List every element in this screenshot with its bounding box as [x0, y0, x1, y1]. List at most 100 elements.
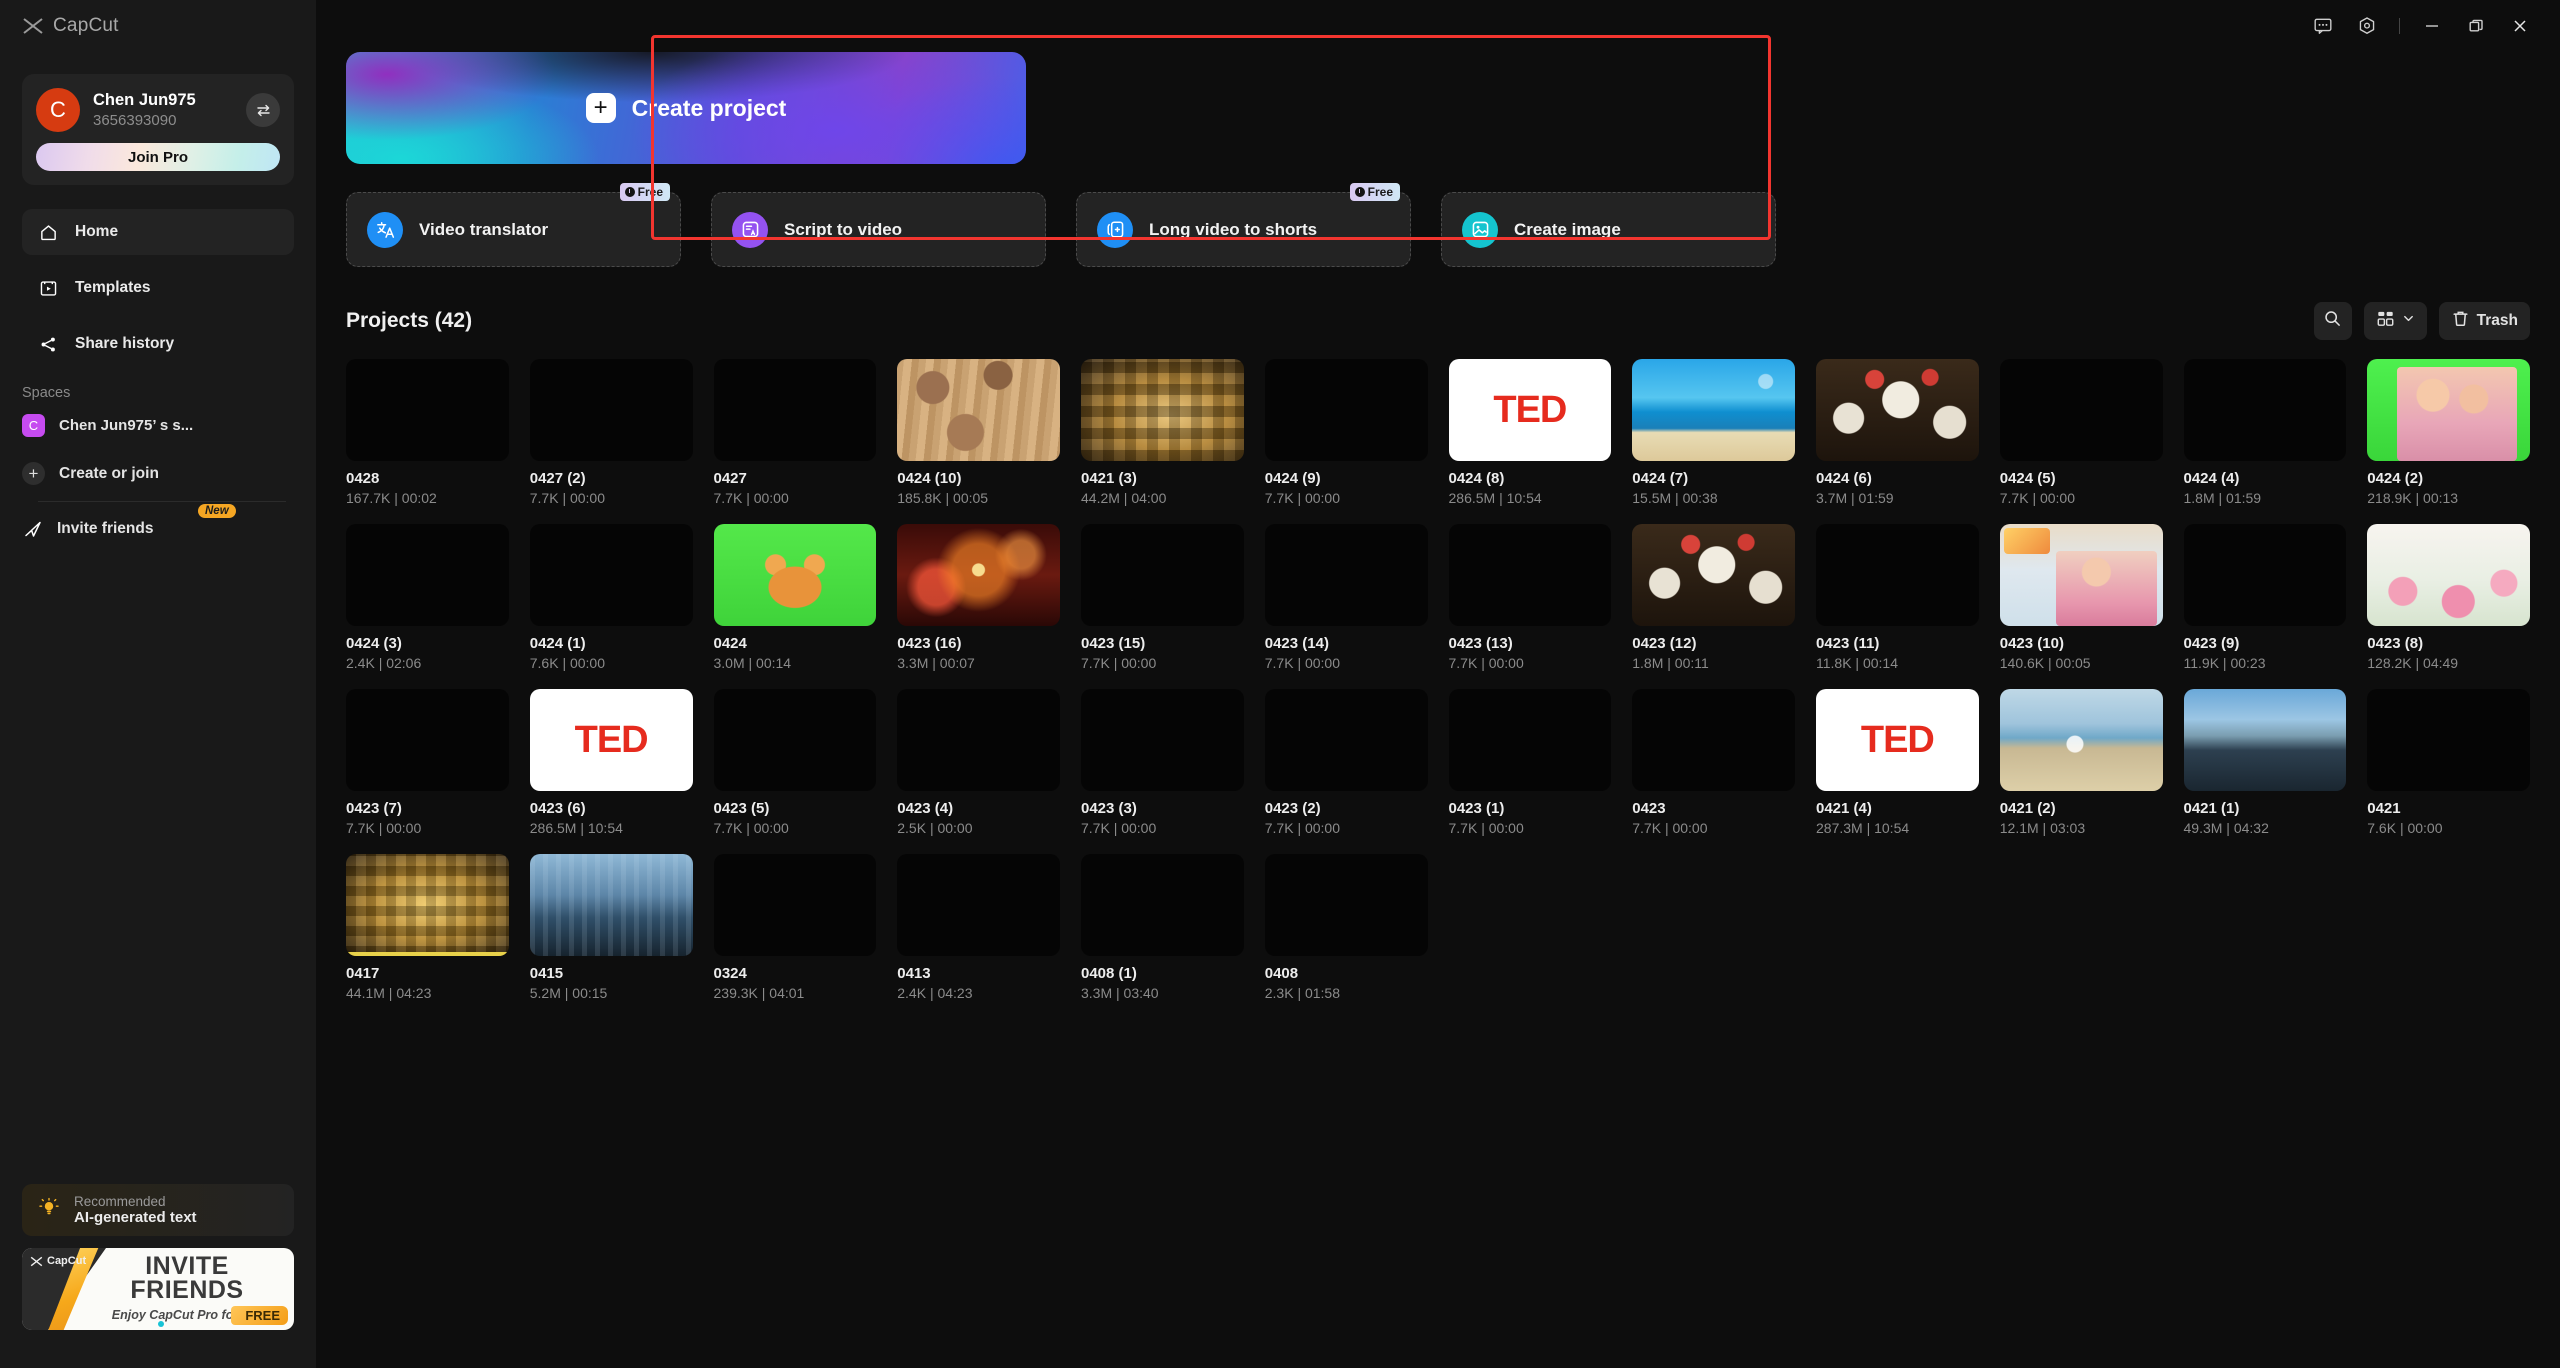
sidebar-item-templates[interactable]: Templates [22, 265, 294, 311]
promo-carousel-dot[interactable] [158, 1321, 164, 1327]
project-card[interactable]: 0423 (12) 1.8M | 00:11 [1632, 524, 1795, 671]
project-thumbnail[interactable] [1632, 689, 1795, 791]
switch-account-button[interactable] [246, 93, 280, 127]
recommended-banner[interactable]: Recommended AI-generated text [22, 1184, 294, 1236]
project-thumbnail[interactable] [346, 359, 509, 461]
project-card[interactable]: 0423 (10) 140.6K | 00:05 [1999, 524, 2163, 671]
project-card[interactable]: TED 0421 (4) 287.3M | 10:54 [1816, 689, 1979, 836]
close-icon[interactable] [2498, 8, 2542, 44]
project-thumbnail[interactable] [1999, 689, 2163, 791]
feature-card-video-translator[interactable]: Video translator Free [346, 183, 681, 267]
user-card[interactable]: C Chen Jun975 3656393090 Join Pro [22, 74, 294, 185]
project-thumbnail[interactable] [1264, 359, 1428, 461]
sidebar-item-share-history[interactable]: Share history [22, 321, 294, 367]
create-project-banner[interactable]: + Create project [346, 52, 1026, 164]
project-thumbnail[interactable] [1816, 524, 1979, 626]
project-thumbnail[interactable] [346, 689, 509, 791]
project-card[interactable]: 0423 (15) 7.7K | 00:00 [1081, 524, 1244, 671]
project-card[interactable]: 0423 (5) 7.7K | 00:00 [713, 689, 877, 836]
project-card[interactable]: 0427 (2) 7.7K | 00:00 [529, 359, 693, 506]
project-card[interactable]: 0421 7.6K | 00:00 [2367, 689, 2530, 836]
project-thumbnail[interactable] [2183, 689, 2347, 791]
project-thumbnail[interactable] [529, 524, 693, 626]
project-card[interactable]: 0413 2.4K | 04:23 [897, 854, 1060, 1001]
project-card[interactable]: 0427 7.7K | 00:00 [713, 359, 877, 506]
project-card[interactable]: 0423 (1) 7.7K | 00:00 [1448, 689, 1612, 836]
project-thumbnail[interactable] [1632, 359, 1795, 461]
project-card[interactable]: 0417 44.1M | 04:23 [346, 854, 509, 1001]
project-card[interactable]: 0421 (1) 49.3M | 04:32 [2183, 689, 2347, 836]
project-thumbnail[interactable] [1081, 524, 1244, 626]
project-card[interactable]: 0324 239.3K | 04:01 [713, 854, 877, 1001]
project-card[interactable]: 0424 (3) 2.4K | 02:06 [346, 524, 509, 671]
project-card[interactable]: 0421 (2) 12.1M | 03:03 [1999, 689, 2163, 836]
feature-card-long-video-to-shorts[interactable]: Long video to shorts Free [1076, 183, 1411, 267]
project-thumbnail[interactable] [1632, 524, 1795, 626]
project-card[interactable]: 0423 (13) 7.7K | 00:00 [1448, 524, 1612, 671]
project-thumbnail[interactable] [346, 524, 509, 626]
project-thumbnail[interactable] [897, 689, 1060, 791]
project-card[interactable]: 0424 (4) 1.8M | 01:59 [2183, 359, 2347, 506]
project-card[interactable]: 0424 (1) 7.6K | 00:00 [529, 524, 693, 671]
project-card[interactable]: 0415 5.2M | 00:15 [529, 854, 693, 1001]
project-card[interactable]: 0408 (1) 3.3M | 03:40 [1081, 854, 1244, 1001]
project-thumbnail[interactable] [713, 524, 877, 626]
project-thumbnail[interactable] [1081, 359, 1244, 461]
project-thumbnail[interactable] [713, 359, 877, 461]
join-pro-button[interactable]: Join Pro [36, 143, 280, 171]
project-card[interactable]: 0421 (3) 44.2M | 04:00 [1081, 359, 1244, 506]
project-thumbnail[interactable] [2183, 359, 2347, 461]
project-card[interactable]: 0423 (7) 7.7K | 00:00 [346, 689, 509, 836]
project-card[interactable]: 0424 (2) 218.9K | 00:13 [2367, 359, 2530, 506]
project-thumbnail[interactable] [2367, 689, 2530, 791]
view-mode-button[interactable] [2363, 302, 2427, 340]
project-thumbnail[interactable] [2367, 524, 2530, 626]
project-card[interactable]: 0424 (10) 185.8K | 00:05 [897, 359, 1060, 506]
project-thumbnail[interactable]: TED [1448, 359, 1612, 461]
project-thumbnail[interactable] [1081, 689, 1244, 791]
project-thumbnail[interactable] [1264, 854, 1428, 956]
project-thumbnail[interactable] [529, 359, 693, 461]
project-card[interactable]: 0424 (7) 15.5M | 00:38 [1632, 359, 1795, 506]
feature-card-create-image[interactable]: Create image [1441, 192, 1776, 267]
project-thumbnail[interactable] [897, 524, 1060, 626]
create-or-join-button[interactable]: + Create or join [0, 444, 316, 485]
project-thumbnail[interactable] [1448, 689, 1612, 791]
project-thumbnail[interactable] [346, 854, 509, 956]
project-card[interactable]: 0423 (2) 7.7K | 00:00 [1264, 689, 1428, 836]
project-thumbnail[interactable]: TED [529, 689, 693, 791]
project-card[interactable]: 0423 (4) 2.5K | 00:00 [897, 689, 1060, 836]
project-card[interactable]: 0423 (3) 7.7K | 00:00 [1081, 689, 1244, 836]
settings-icon[interactable] [2345, 8, 2389, 44]
project-thumbnail[interactable] [1999, 524, 2163, 626]
project-card[interactable]: 0423 (14) 7.7K | 00:00 [1264, 524, 1428, 671]
project-thumbnail[interactable] [2183, 524, 2347, 626]
project-thumbnail[interactable] [1816, 359, 1979, 461]
project-thumbnail[interactable] [529, 854, 693, 956]
project-card[interactable]: 0423 (11) 11.8K | 00:14 [1816, 524, 1979, 671]
invite-friends-promo-card[interactable]: CapCut INVITE FRIENDS Enjoy CapCut Pro f… [22, 1248, 294, 1330]
feature-card-script-to-video[interactable]: Script to video [711, 192, 1046, 267]
project-thumbnail[interactable] [1264, 524, 1428, 626]
project-card[interactable]: 0424 3.0M | 00:14 [713, 524, 877, 671]
minimize-icon[interactable] [2410, 8, 2454, 44]
project-thumbnail[interactable] [1999, 359, 2163, 461]
search-button[interactable] [2313, 302, 2352, 340]
project-thumbnail[interactable] [1264, 689, 1428, 791]
project-card[interactable]: TED 0423 (6) 286.5M | 10:54 [529, 689, 693, 836]
project-thumbnail[interactable] [713, 854, 877, 956]
project-card[interactable]: 0424 (9) 7.7K | 00:00 [1264, 359, 1428, 506]
project-card[interactable]: 0423 (8) 128.2K | 04:49 [2367, 524, 2530, 671]
sidebar-item-home[interactable]: Home [22, 209, 294, 255]
project-card[interactable]: TED 0424 (8) 286.5M | 10:54 [1448, 359, 1612, 506]
project-card[interactable]: 0428 167.7K | 00:02 [346, 359, 509, 506]
project-card[interactable]: 0423 (16) 3.3M | 00:07 [897, 524, 1060, 671]
project-card[interactable]: 0424 (5) 7.7K | 00:00 [1999, 359, 2163, 506]
project-card[interactable]: 0408 2.3K | 01:58 [1264, 854, 1428, 1001]
project-card[interactable]: 0424 (6) 3.7M | 01:59 [1816, 359, 1979, 506]
project-thumbnail[interactable] [897, 359, 1060, 461]
project-thumbnail[interactable] [897, 854, 1060, 956]
project-thumbnail[interactable] [1448, 524, 1612, 626]
space-item[interactable]: C Chen Jun975’ s s... [0, 407, 316, 444]
project-card[interactable]: 0423 (9) 11.9K | 00:23 [2183, 524, 2347, 671]
